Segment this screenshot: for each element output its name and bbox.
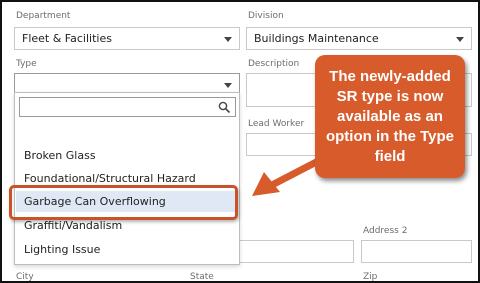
address2-label: Address 2 [363, 226, 408, 236]
description-label: Description [248, 59, 300, 69]
dropdown-option-broken-glass[interactable]: Broken Glass [16, 145, 238, 166]
state-label: State [190, 272, 214, 282]
dropdown-option-empty[interactable] [16, 123, 238, 144]
type-dropdown: Broken Glass Foundational/Structural Haz… [14, 92, 240, 265]
dropdown-search-input[interactable] [19, 97, 236, 117]
chevron-down-icon [456, 36, 464, 42]
callout-text: The newly-added SR type is now available… [325, 67, 455, 165]
department-value: Fleet & Facilities [22, 32, 112, 45]
chevron-down-icon [224, 36, 232, 42]
search-icon [218, 101, 231, 114]
division-label: Division [248, 11, 284, 21]
type-label: Type [16, 59, 37, 69]
division-value: Buildings Maintenance [254, 32, 379, 45]
address2-field[interactable] [361, 240, 472, 263]
department-label: Department [16, 11, 71, 21]
division-select[interactable]: Buildings Maintenance [246, 27, 472, 50]
department-select[interactable]: Fleet & Facilities [14, 27, 240, 50]
dropdown-option-lighting-issue[interactable]: Lighting Issue [16, 239, 238, 260]
highlight-box [9, 185, 238, 220]
chevron-down-icon [224, 82, 232, 88]
callout-box: The newly-added SR type is now available… [315, 55, 465, 178]
lead-worker-label: Lead Worker [248, 119, 305, 129]
city-label: City [16, 272, 34, 282]
zip-label: Zip [363, 272, 378, 282]
